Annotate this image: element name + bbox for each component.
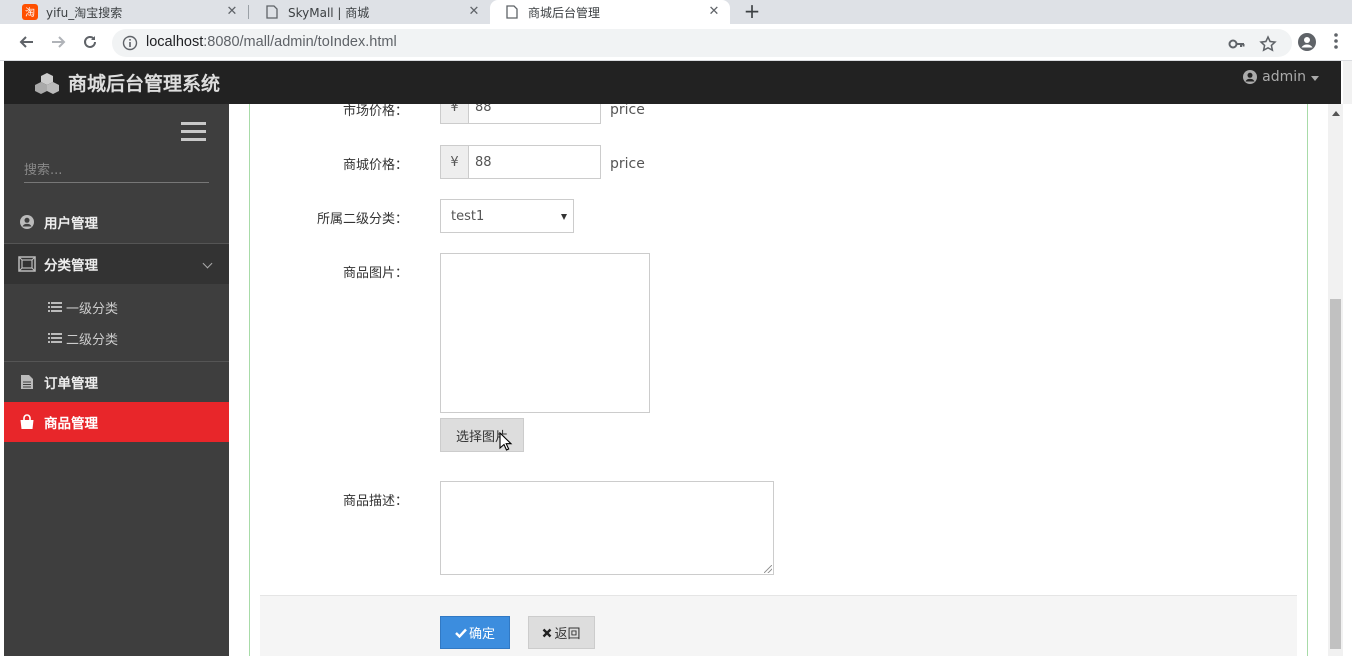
close-tab-icon[interactable]: ✕	[224, 4, 240, 20]
sidebar: 用户管理 分类管理 一级分类 二级分类 订单管理 商品管理	[4, 104, 229, 656]
back-button[interactable]: 返回	[528, 616, 595, 649]
document-icon	[18, 373, 36, 391]
image-preview	[440, 253, 650, 413]
svg-text:淘: 淘	[25, 6, 35, 19]
brand-title: 商城后台管理系统	[68, 73, 221, 95]
sidebar-item-users[interactable]: 用户管理	[4, 202, 229, 242]
cubes-icon	[35, 72, 59, 94]
page-icon	[504, 4, 520, 20]
more-options-icon[interactable]	[1333, 32, 1343, 54]
hamburger-menu-icon[interactable]	[181, 122, 206, 143]
sidebar-subitem-level1[interactable]: 一级分类	[4, 292, 229, 322]
form-panel	[249, 104, 1308, 656]
currency-addon: ¥	[440, 145, 468, 179]
market-price-label: 市场价格：	[342, 104, 408, 119]
tab-title: SkyMall | 商城	[288, 5, 370, 20]
description-label: 商品描述：	[342, 494, 408, 509]
taobao-icon: 淘	[22, 4, 38, 20]
currency-addon: ¥	[440, 104, 468, 124]
category-label: 所属二级分类：	[316, 212, 408, 227]
sidebar-subitem-label: 一级分类	[66, 301, 119, 317]
account-icon[interactable]	[1297, 32, 1319, 54]
sidebar-item-label: 商品管理	[44, 416, 98, 432]
sidebar-subitem-label: 二级分类	[66, 332, 119, 348]
market-price-group: ¥	[440, 104, 601, 124]
page-icon	[264, 4, 280, 20]
chevron-down-icon	[202, 258, 213, 269]
scrollbar-thumb[interactable]	[1330, 299, 1341, 649]
mall-price-label: 商城价格：	[342, 158, 408, 173]
sidebar-subitem-level2[interactable]: 二级分类	[4, 323, 229, 353]
mouse-cursor-icon	[499, 432, 513, 451]
category-select[interactable]: test1	[440, 199, 574, 233]
sidebar-search-input[interactable]	[24, 159, 209, 183]
browser-tab-admin[interactable]: 商城后台管理 ✕	[490, 0, 730, 24]
tab-title: yifu_淘宝搜索	[46, 5, 123, 20]
description-textarea[interactable]	[440, 481, 774, 575]
caret-down-icon	[1311, 75, 1319, 81]
check-icon	[455, 628, 467, 638]
sidebar-item-orders[interactable]: 订单管理	[4, 362, 229, 402]
sidebar-item-label: 分类管理	[44, 258, 98, 274]
sidebar-item-label: 订单管理	[44, 376, 98, 392]
browser-tab-skymall[interactable]: SkyMall | 商城 ✕	[242, 0, 490, 24]
forward-arrow-icon[interactable]	[47, 30, 71, 54]
address-bar[interactable]: localhost:8080/mall/admin/toIndex.html	[112, 29, 1292, 57]
star-icon[interactable]	[1259, 35, 1277, 53]
category-icon	[18, 255, 36, 273]
market-price-unit: price	[610, 104, 645, 118]
sidebar-item-categories[interactable]: 分类管理	[4, 244, 229, 284]
browser-tab-taobao[interactable]: 淘 yifu_淘宝搜索 ✕	[0, 0, 248, 24]
page-scrollbar	[1343, 61, 1352, 656]
list-icon	[48, 333, 62, 343]
form-actions: 确定 返回	[260, 595, 1297, 656]
close-tab-icon[interactable]: ✕	[706, 4, 722, 20]
sidebar-item-label: 用户管理	[44, 216, 98, 232]
confirm-button[interactable]: 确定	[440, 616, 510, 649]
vertical-scrollbar[interactable]	[1328, 104, 1343, 656]
user-circle-icon	[18, 213, 36, 231]
shopping-bag-icon	[18, 413, 36, 431]
resize-grip-icon[interactable]	[764, 565, 772, 573]
main-content: 市场价格： ¥ price 商城价格： ¥ price 所属二级分类： test…	[229, 104, 1328, 656]
username: admin	[1262, 69, 1306, 85]
url-text: localhost:8080/mall/admin/toIndex.html	[146, 34, 397, 50]
market-price-input[interactable]	[468, 104, 601, 124]
scroll-up-arrow-icon[interactable]	[1332, 111, 1340, 116]
dropdown-arrow-icon	[561, 214, 567, 220]
info-icon[interactable]	[122, 35, 138, 51]
close-tab-icon[interactable]: ✕	[466, 4, 482, 20]
back-arrow-icon[interactable]	[14, 30, 38, 54]
close-icon	[543, 628, 552, 637]
mall-price-input[interactable]	[468, 145, 601, 179]
browser-toolbar: localhost:8080/mall/admin/toIndex.html	[0, 24, 1352, 61]
key-icon[interactable]	[1228, 35, 1246, 53]
mall-price-unit: price	[610, 156, 645, 172]
app-header: 商城后台管理系统 admin	[4, 61, 1341, 104]
category-selected-value: test1	[451, 208, 485, 224]
image-label: 商品图片：	[342, 266, 408, 281]
brand[interactable]: 商城后台管理系统	[34, 69, 220, 96]
user-menu[interactable]: admin	[1242, 69, 1319, 85]
browser-tab-bar: 淘 yifu_淘宝搜索 ✕ SkyMall | 商城 ✕ 商城后台管理 ✕ +	[0, 0, 1352, 24]
mall-price-group: ¥	[440, 145, 601, 179]
sidebar-item-products[interactable]: 商品管理	[4, 402, 229, 442]
list-icon	[48, 302, 62, 312]
new-tab-button[interactable]: +	[742, 0, 762, 24]
tab-title: 商城后台管理	[528, 5, 601, 20]
reload-icon[interactable]	[78, 30, 102, 54]
user-circle-icon	[1243, 70, 1258, 84]
